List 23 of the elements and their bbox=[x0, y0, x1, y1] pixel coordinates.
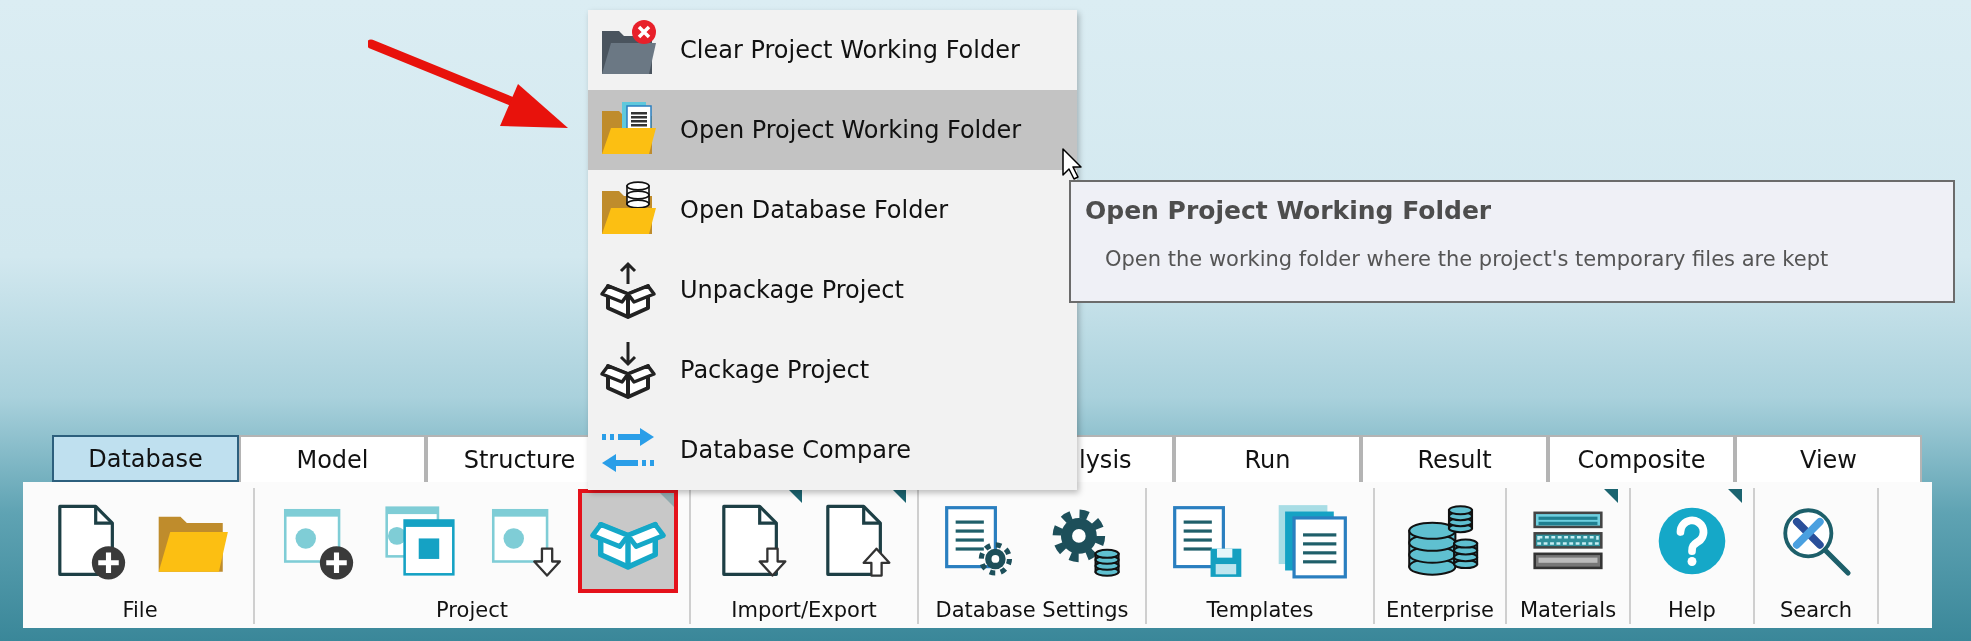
menu-item[interactable]: Package Project bbox=[588, 330, 1077, 410]
group-label: File bbox=[122, 597, 158, 624]
group-label: Database Settings bbox=[935, 597, 1129, 624]
group-label: Help bbox=[1668, 597, 1716, 624]
menu-item[interactable]: Open Database Folder bbox=[588, 170, 1077, 250]
menu-item[interactable]: Unpackage Project bbox=[588, 250, 1077, 330]
tab[interactable]: Result bbox=[1361, 435, 1548, 482]
group-label: Import/Export bbox=[731, 597, 877, 624]
group-label: Enterprise bbox=[1386, 597, 1495, 624]
group-label: Materials bbox=[1519, 597, 1617, 624]
tab[interactable]: Model bbox=[239, 435, 426, 482]
tab[interactable]: Database bbox=[52, 435, 239, 482]
tooltip-text: Open the working folder where the project's temporary files are kept bbox=[1105, 247, 1830, 271]
group-label: Templates bbox=[1206, 597, 1314, 624]
ribbon-button[interactable] bbox=[578, 489, 678, 593]
menu-item[interactable]: Clear Project Working Folder bbox=[588, 10, 1077, 90]
tab[interactable]: Run bbox=[1174, 435, 1361, 482]
menu-item[interactable]: Open Project Working Folder bbox=[588, 90, 1077, 170]
tab[interactable]: View bbox=[1735, 435, 1922, 482]
group-label: Project bbox=[436, 597, 508, 624]
tab[interactable]: Composite bbox=[1548, 435, 1735, 482]
group-label: Search bbox=[1779, 597, 1853, 624]
tooltip-title: Open Project Working Folder bbox=[1085, 196, 1493, 225]
